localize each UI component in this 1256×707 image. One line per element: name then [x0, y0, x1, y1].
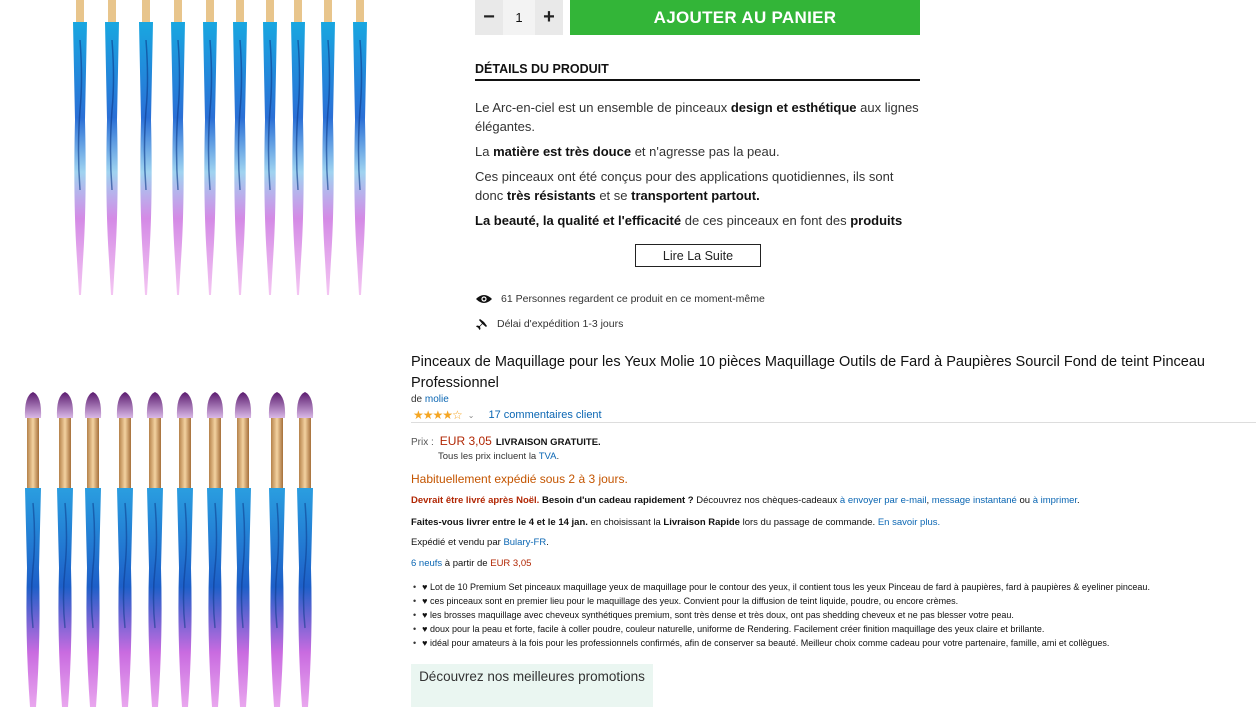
brush-handle	[321, 0, 335, 295]
list-item: ♥ doux pour la peau et forte, facile à c…	[411, 622, 1251, 636]
promotions-button[interactable]: Découvrez nos meilleures promotions	[411, 664, 653, 707]
product-image-brushes-bottom	[24, 392, 314, 707]
quantity-decrease-button[interactable]: −	[475, 0, 503, 35]
brand-link[interactable]: molie	[425, 394, 449, 405]
brush	[116, 392, 134, 707]
learn-more-link[interactable]: En savoir plus.	[878, 517, 940, 528]
price-value: EUR 3,05	[439, 434, 492, 448]
viewers-info: 61 Personnes regardent ce produit en ce …	[475, 293, 765, 305]
divider	[411, 422, 1256, 423]
brush	[84, 392, 102, 707]
new-offers-link[interactable]: 6 neufs	[411, 558, 442, 569]
list-item: ♥ Lot de 10 Premium Set pinceaux maquill…	[411, 580, 1251, 594]
print-gift-link[interactable]: à imprimer	[1033, 495, 1077, 506]
brush	[296, 392, 314, 707]
price-row: Prix : EUR 3,05 LIVRAISON GRATUITE.	[411, 434, 601, 448]
shipping-delay-text: Délai d'expédition 1-3 jours	[497, 318, 624, 330]
description-paragraph: Le Arc-en-ciel est un ensemble de pincea…	[475, 100, 919, 134]
tva-note: Tous les prix incluent la TVA.	[438, 451, 560, 462]
eye-icon	[476, 295, 492, 303]
seller-line: Expédié et vendu par Bulary-FR.	[411, 537, 549, 548]
brush-handle	[353, 0, 367, 295]
instant-message-gift-link[interactable]: message instantané	[932, 495, 1017, 506]
brush-handle	[73, 0, 87, 295]
brush-handle	[263, 0, 277, 295]
tva-link[interactable]: TVA	[539, 451, 557, 462]
brush-handle	[291, 0, 305, 295]
quantity-value[interactable]: 1	[503, 0, 535, 35]
add-to-cart-button[interactable]: AJOUTER AU PANIER	[570, 0, 920, 35]
price-label: Prix :	[411, 437, 434, 448]
list-item: ♥ les brosses maquillage avec cheveux sy…	[411, 608, 1251, 622]
amazon-product-title: Pinceaux de Maquillage pour les Yeux Mol…	[411, 354, 1205, 391]
description-paragraph: Ces pinceaux ont été conçus pour des app…	[475, 169, 894, 203]
quantity-stepper[interactable]: − 1 +	[475, 0, 563, 35]
brush	[206, 392, 224, 707]
read-more-button[interactable]: Lire La Suite	[635, 244, 761, 267]
offers-price: EUR 3,05	[490, 558, 532, 569]
brush-handle	[171, 0, 185, 295]
viewers-text: 61 Personnes regardent ce produit en ce …	[501, 293, 765, 305]
delivery-notice: Devrait être livré après Noël. Besoin d'…	[411, 495, 1080, 506]
brush-handle	[105, 0, 119, 295]
product-description: Le Arc-en-ciel est un ensemble de pincea…	[475, 98, 925, 236]
brush	[146, 392, 164, 707]
chevron-down-icon[interactable]: ⌄	[468, 411, 475, 420]
fast-delivery-notice: Faites-vous livrer entre le 4 et le 14 j…	[411, 517, 941, 528]
brand-line: de molie	[411, 394, 449, 405]
email-gift-link[interactable]: à envoyer par e-mail	[840, 495, 927, 506]
quantity-increase-button[interactable]: +	[535, 0, 563, 35]
brush	[176, 392, 194, 707]
brush-handle	[203, 0, 217, 295]
seller-link[interactable]: Bulary-FR	[503, 537, 546, 548]
free-shipping-label: LIVRAISON GRATUITE.	[495, 437, 601, 448]
brush	[234, 392, 252, 707]
star-rating-icon[interactable]: ★★★★☆	[413, 408, 463, 422]
description-paragraph: La beauté, la qualité et l'efficacité de…	[475, 213, 903, 228]
brush-handle	[233, 0, 247, 295]
brush	[56, 392, 74, 707]
brush-handle	[139, 0, 153, 295]
product-image-brushes-top	[73, 0, 367, 295]
offers-line: 6 neufs à partir de EUR 3,05	[411, 558, 532, 569]
reviews-link[interactable]: 17 commentaires client	[489, 409, 602, 421]
description-paragraph: La matière est très douce et n'agresse p…	[475, 144, 780, 159]
shipping-delay-info: Délai d'expédition 1-3 jours	[475, 317, 623, 331]
airplane-icon	[476, 318, 488, 330]
shipping-time: Habituellement expédié sous 2 à 3 jours.	[411, 472, 628, 486]
list-item: ♥ idéal pour amateurs à la fois pour les…	[411, 636, 1251, 650]
feature-bullets: ♥ Lot de 10 Premium Set pinceaux maquill…	[411, 580, 1251, 650]
rating-row: ★★★★☆ ⌄ 17 commentaires client	[413, 408, 602, 422]
list-item: ♥ ces pinceaux sont en premier lieu pour…	[411, 594, 1251, 608]
product-details-title: DÉTAILS DU PRODUIT	[475, 62, 920, 81]
brush	[24, 392, 42, 707]
brush	[268, 392, 286, 707]
